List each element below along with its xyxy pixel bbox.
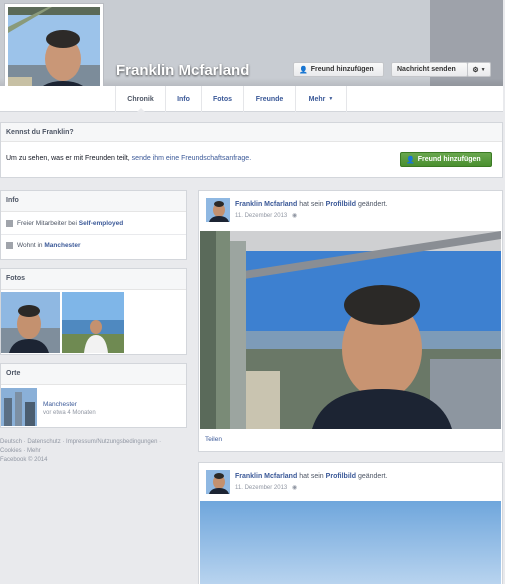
info-title: Info (1, 191, 186, 212)
post-mid-text: hat sein (299, 201, 324, 208)
work-link[interactable]: Self-employed (79, 220, 123, 227)
footer-links-2[interactable]: Cookies · Mehr (0, 447, 187, 456)
send-message-button[interactable]: Nachricht senden (391, 62, 468, 77)
share-link[interactable]: Teilen (205, 436, 222, 443)
city-graphic (1, 388, 37, 426)
post-author-link[interactable]: Franklin Mcfarland (235, 201, 297, 208)
send-message-label: Nachricht senden (397, 66, 456, 73)
post-action-text: geändert. (357, 201, 388, 208)
know-add-friend-label: Freund hinzufügen (417, 156, 481, 163)
post-object-link[interactable]: Profilbild (326, 473, 356, 480)
tab-mehr[interactable]: Mehr ▼ (295, 86, 347, 112)
know-text-body: Um zu sehen, was er mit Freunden teilt, (6, 155, 130, 162)
post-action-text: geändert. (357, 473, 388, 480)
post-photo[interactable] (200, 231, 501, 429)
post-date-link[interactable]: 11. Dezember 2013 (235, 213, 287, 219)
place-name[interactable]: Manchester (43, 401, 77, 408)
lives-prefix: Wohnt in (17, 242, 43, 249)
photos-box: Fotos (0, 268, 187, 355)
chevron-down-icon: ▼ (328, 96, 334, 102)
post-date-link[interactable]: 11. Dezember 2013 (235, 485, 287, 491)
avatar-graphic (206, 470, 230, 494)
timeline-post: Franklin Mcfarland hat sein Profilbild g… (198, 190, 503, 452)
lives-row: Wohnt in Manchester (1, 234, 186, 256)
know-text: Um zu sehen, was er mit Freunden teilt, … (6, 155, 251, 162)
home-icon (6, 242, 13, 249)
profile-tabs: Chronik Info Fotos Freunde Mehr ▼ (0, 86, 503, 113)
photo-thumb-2[interactable] (62, 292, 124, 353)
info-box: Info Freier Mitarbeiter bei Self-employe… (0, 190, 187, 260)
know-friend-box: Kennst du Franklin? Um zu sehen, was er … (0, 122, 503, 178)
photo-thumb-1[interactable] (1, 292, 60, 353)
place-time: vor etwa 4 Monaten (43, 410, 96, 416)
add-friend-icon: 👤 (299, 66, 308, 74)
places-box: Orte Manchester vor etwa 4 Monaten (0, 363, 187, 428)
post-photo[interactable] (200, 501, 501, 584)
profile-name: Franklin Mcfarland (116, 62, 250, 79)
know-add-friend-button[interactable]: 👤 Freund hinzufügen (400, 152, 492, 167)
gear-icon: ⚙ (472, 66, 479, 74)
settings-dropdown-button[interactable]: ⚙ ▼ (467, 62, 491, 77)
post-date: 11. Dezember 2013 ◉ (235, 484, 297, 491)
photo-thumb-graphic (62, 292, 124, 353)
footer: Deutsch · Datenschutz · Impressum/Nutzun… (0, 438, 187, 465)
work-row: Freier Mitarbeiter bei Self-employed (1, 212, 186, 234)
add-friend-label: Freund hinzufügen (310, 66, 374, 73)
post-title: Franklin Mcfarland hat sein Profilbild g… (235, 201, 388, 208)
post-date: 11. Dezember 2013 ◉ (235, 212, 297, 219)
add-friend-button[interactable]: 👤 Freund hinzufügen (293, 62, 384, 77)
footer-copyright: Facebook © 2014 (0, 457, 48, 463)
tab-info[interactable]: Info (165, 86, 201, 112)
lives-link[interactable]: Manchester (44, 242, 80, 249)
post-author-link[interactable]: Franklin Mcfarland (235, 473, 297, 480)
footer-links[interactable]: Deutsch · Datenschutz · Impressum/Nutzun… (0, 438, 187, 447)
work-prefix: Freier Mitarbeiter bei (17, 219, 77, 227)
briefcase-icon (6, 219, 13, 227)
globe-icon: ◉ (291, 485, 298, 491)
globe-icon: ◉ (291, 213, 298, 219)
tab-freunde[interactable]: Freunde (243, 86, 295, 112)
tab-fotos[interactable]: Fotos (201, 86, 243, 112)
tab-mehr-label: Mehr (308, 95, 326, 103)
add-friend-icon: 👤 (406, 156, 415, 164)
place-thumb[interactable] (1, 388, 37, 426)
photos-title[interactable]: Fotos (1, 269, 186, 290)
chevron-down-icon: ▼ (480, 66, 486, 73)
post-photo-graphic (200, 231, 501, 429)
timeline-post: Franklin Mcfarland hat sein Profilbild g… (198, 462, 503, 584)
avatar[interactable] (206, 470, 230, 494)
post-title: Franklin Mcfarland hat sein Profilbild g… (235, 473, 388, 480)
post-object-link[interactable]: Profilbild (326, 201, 356, 208)
know-title: Kennst du Franklin? (1, 123, 502, 142)
avatar[interactable] (206, 198, 230, 222)
friend-request-link[interactable]: sende ihm eine Freundschaftsanfrage. (132, 155, 251, 162)
tab-chronik[interactable]: Chronik (115, 86, 165, 113)
post-photo-graphic (200, 501, 501, 584)
photo-thumb-graphic (1, 292, 60, 353)
post-mid-text: hat sein (299, 473, 324, 480)
places-title: Orte (1, 364, 186, 385)
avatar-graphic (206, 198, 230, 222)
